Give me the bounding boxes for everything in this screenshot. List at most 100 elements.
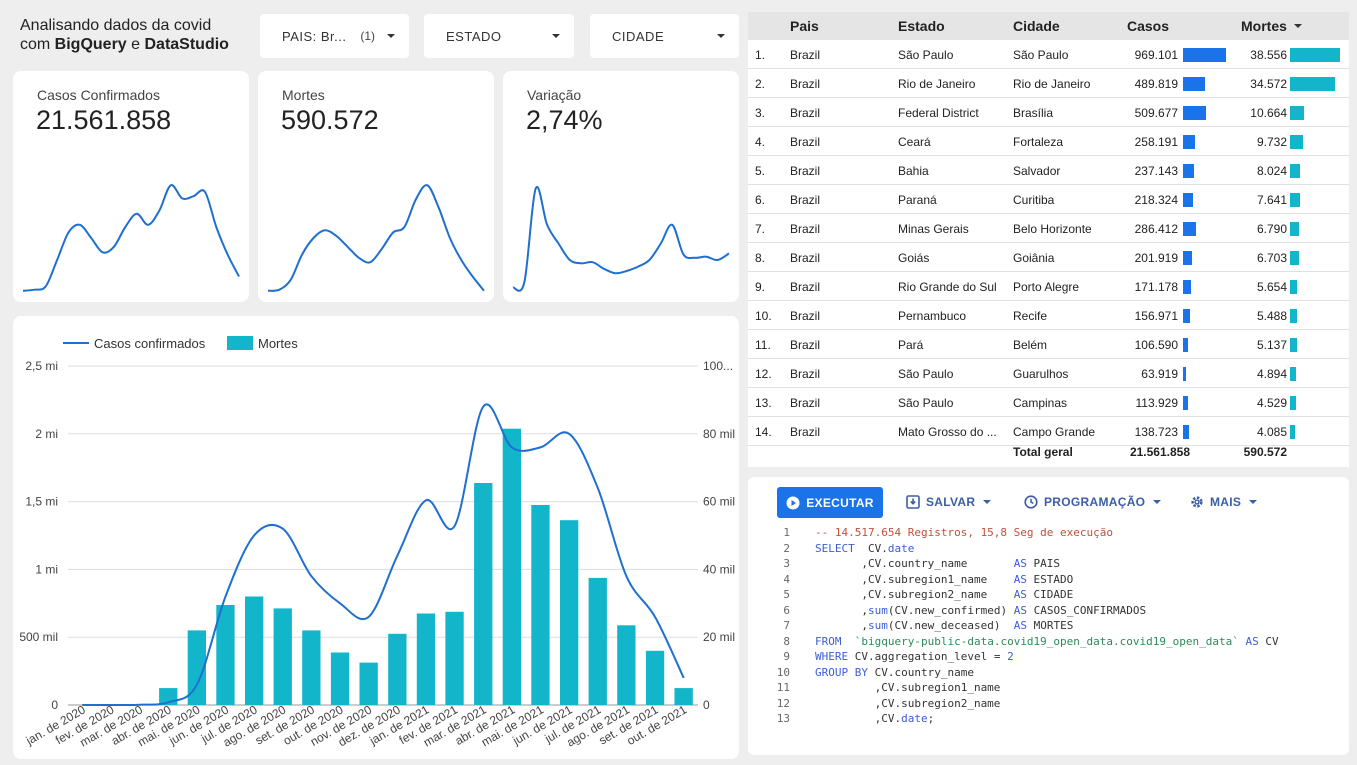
table-row[interactable]: 6. Brazil Paraná Curitiba 218.324 7.641 — [748, 185, 1349, 214]
cell-pais: Brazil — [790, 48, 821, 62]
play-circle-icon — [786, 496, 800, 509]
bar-casos — [1183, 425, 1190, 439]
table-row[interactable]: 10. Brazil Pernambuco Recife 156.971 5.488 — [748, 301, 1349, 330]
sparkline — [22, 184, 240, 292]
table-row[interactable]: 1. Brazil São Paulo São Paulo 969.101 38.556 — [748, 40, 1349, 69]
bar-mortes[interactable] — [674, 688, 693, 705]
cell-cidade: Belo Horizonte — [1013, 222, 1092, 236]
table-row[interactable]: 4. Brazil Ceará Fortaleza 258.191 9.732 — [748, 127, 1349, 156]
code-line: 5 ,CV.subregion2_name AS CIDADE — [748, 588, 1349, 604]
cell-estado: São Paulo — [898, 48, 954, 62]
bar-mortes[interactable] — [560, 520, 579, 705]
bar-mortes — [1290, 367, 1297, 381]
row-index: 7. — [755, 222, 766, 236]
total-label: Total geral — [1013, 445, 1073, 459]
bar-mortes[interactable] — [330, 652, 350, 706]
bar-mortes — [1290, 222, 1299, 236]
cell-pais: Brazil — [790, 106, 821, 120]
bar-mortes[interactable] — [216, 605, 235, 705]
bar-mortes[interactable] — [645, 650, 665, 705]
table-row[interactable]: 13. Brazil São Paulo Campinas 113.929 4.529 — [748, 388, 1349, 417]
bar-mortes[interactable] — [474, 483, 493, 705]
bar-casos — [1183, 48, 1226, 62]
table-row[interactable]: 14. Brazil Mato Grosso do ... Campo Grande 1… — [748, 417, 1349, 446]
bar-mortes — [1290, 164, 1301, 178]
header-casos[interactable]: Casos — [1127, 18, 1169, 34]
bar-casos — [1183, 164, 1194, 178]
bar-mortes[interactable] — [445, 611, 464, 705]
filter-cidade[interactable]: CIDADE — [590, 14, 739, 58]
bar-casos — [1183, 251, 1192, 265]
schedule-button[interactable]: PROGRAMAÇÃO — [1024, 487, 1162, 517]
cell-pais: Brazil — [790, 193, 821, 207]
cell-casos: 63.919 — [1141, 367, 1178, 381]
cell-mortes: 4.894 — [1256, 367, 1287, 381]
legend-bar-swatch — [227, 336, 253, 350]
header-estado[interactable]: Estado — [898, 18, 945, 34]
bar-mortes[interactable] — [588, 577, 607, 705]
table-row[interactable]: 2. Brazil Rio de Janeiro Rio de Janeiro 489.… — [748, 69, 1349, 98]
cell-cidade: Campinas — [1013, 396, 1068, 410]
table-row[interactable]: 12. Brazil São Paulo Guarulhos 63.919 4.894 — [748, 359, 1349, 388]
cell-estado: Mato Grosso do ... — [898, 425, 997, 439]
bar-mortes — [1290, 280, 1298, 294]
sort-desc-icon[interactable] — [1294, 24, 1302, 28]
legend-label: Mortes — [258, 336, 298, 351]
cell-cidade: Fortaleza — [1013, 135, 1064, 149]
bar-mortes[interactable] — [416, 613, 436, 706]
bar-mortes — [1290, 135, 1303, 149]
table-row[interactable]: 11. Brazil Pará Belém 106.590 5.137 — [748, 330, 1349, 359]
code-line: 1 -- 14.517.654 Registros, 15,8 Seg de ex… — [748, 526, 1349, 542]
dashboard-title: Analisando dados da covid com BigQuery e… — [20, 16, 229, 54]
code-text: WHERE CV.aggregation_level = 2 — [815, 650, 1014, 663]
filter-estado[interactable]: ESTADO — [424, 14, 574, 58]
code-text: ,CV.country_name AS PAIS — [815, 557, 1061, 570]
bar-mortes — [1290, 338, 1297, 352]
header-mortes[interactable]: Mortes — [1241, 18, 1287, 34]
cell-cidade: Salvador — [1013, 164, 1061, 178]
filter-pais[interactable]: PAIS: Br... (1) — [260, 14, 409, 58]
cell-pais: Brazil — [790, 77, 821, 91]
header-cidade[interactable]: Cidade — [1013, 18, 1060, 34]
combo-chart-card: Casos confirmados Mortes 0 0 500 mil 20 mil 1 … — [13, 316, 739, 759]
row-index: 8. — [755, 251, 766, 265]
table-row[interactable]: 5. Brazil Bahia Salvador 237.143 8.024 — [748, 156, 1349, 185]
gear-icon — [1191, 496, 1203, 508]
bar-mortes[interactable] — [388, 633, 407, 705]
header-pais[interactable]: Pais — [790, 18, 819, 34]
bar-mortes[interactable] — [273, 608, 292, 705]
row-index: 13. — [755, 396, 772, 410]
bar-mortes[interactable] — [359, 662, 378, 705]
table-row[interactable]: 9. Brazil Rio Grande do Sul Porto Alegre 171… — [748, 272, 1349, 301]
y-right-tick: 60 mil — [703, 495, 735, 509]
table-row[interactable]: 7. Brazil Minas Gerais Belo Horizonte 286.41… — [748, 214, 1349, 243]
cell-pais: Brazil — [790, 251, 821, 265]
code-text: ,CV.subregion2_name — [815, 696, 1001, 710]
bar-mortes[interactable] — [531, 505, 550, 705]
bar-mortes[interactable] — [302, 630, 321, 705]
cell-mortes: 4.085 — [1256, 425, 1287, 439]
caret-down-icon — [1153, 500, 1162, 504]
cell-casos: 156.971 — [1134, 309, 1178, 323]
bar-mortes[interactable] — [245, 596, 264, 706]
run-button[interactable]: EXECUTAR — [777, 487, 883, 518]
table-row[interactable]: 3. Brazil Federal District Brasília 509.677 1… — [748, 98, 1349, 127]
code-text: GROUP BY CV.country_name — [815, 665, 974, 679]
legend-label: Casos confirmados — [94, 336, 206, 351]
caret-down-icon — [387, 34, 395, 38]
bar-mortes[interactable] — [617, 625, 636, 705]
bar-mortes[interactable] — [502, 428, 521, 705]
save-button[interactable]: SALVAR — [906, 487, 992, 517]
y-right-tick: 100... — [703, 359, 733, 373]
cell-mortes: 6.790 — [1256, 222, 1287, 236]
row-index: 4. — [755, 135, 766, 149]
row-index: 11. — [755, 338, 771, 352]
cell-casos: 201.919 — [1134, 251, 1178, 265]
code-line: 3 ,CV.country_name AS PAIS — [748, 557, 1349, 573]
y-right-tick: 40 mil — [703, 562, 735, 576]
cell-mortes: 38.556 — [1250, 48, 1287, 62]
cell-cidade: Porto Alegre — [1013, 280, 1080, 294]
kpi-card-variacao: Variação 2,74% — [503, 71, 739, 302]
more-button[interactable]: MAIS — [1190, 487, 1258, 517]
table-row[interactable]: 8. Brazil Goiás Goiânia 201.919 6.703 — [748, 243, 1349, 272]
